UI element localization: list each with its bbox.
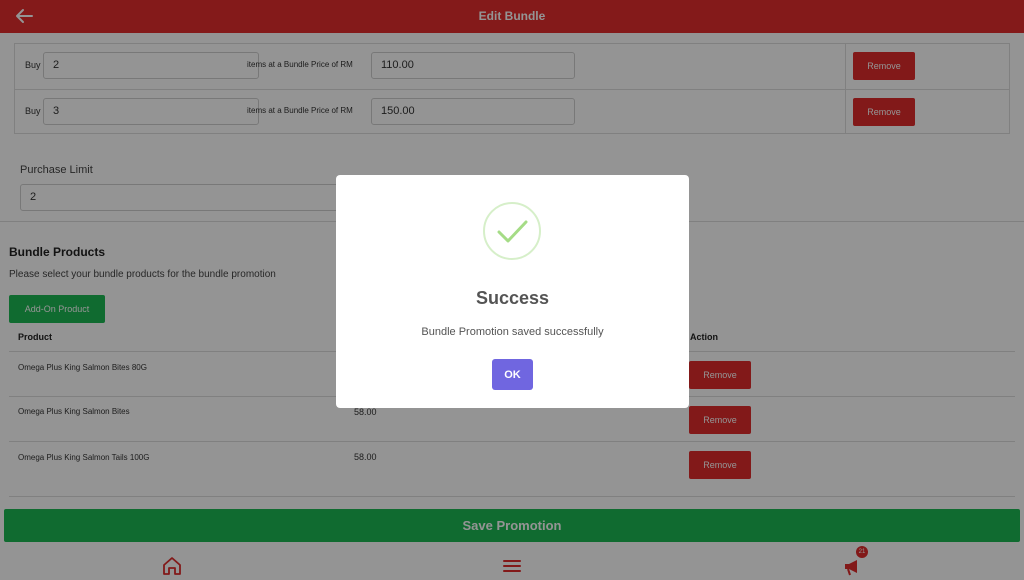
dialog-title: Success xyxy=(475,288,550,308)
ok-button[interactable]: OK xyxy=(492,359,533,390)
success-dialog: Success Bundle Promotion saved successfu… xyxy=(336,175,689,408)
checkmark-icon xyxy=(483,202,541,260)
dialog-message: Bundle Promotion saved successfully xyxy=(421,326,604,338)
